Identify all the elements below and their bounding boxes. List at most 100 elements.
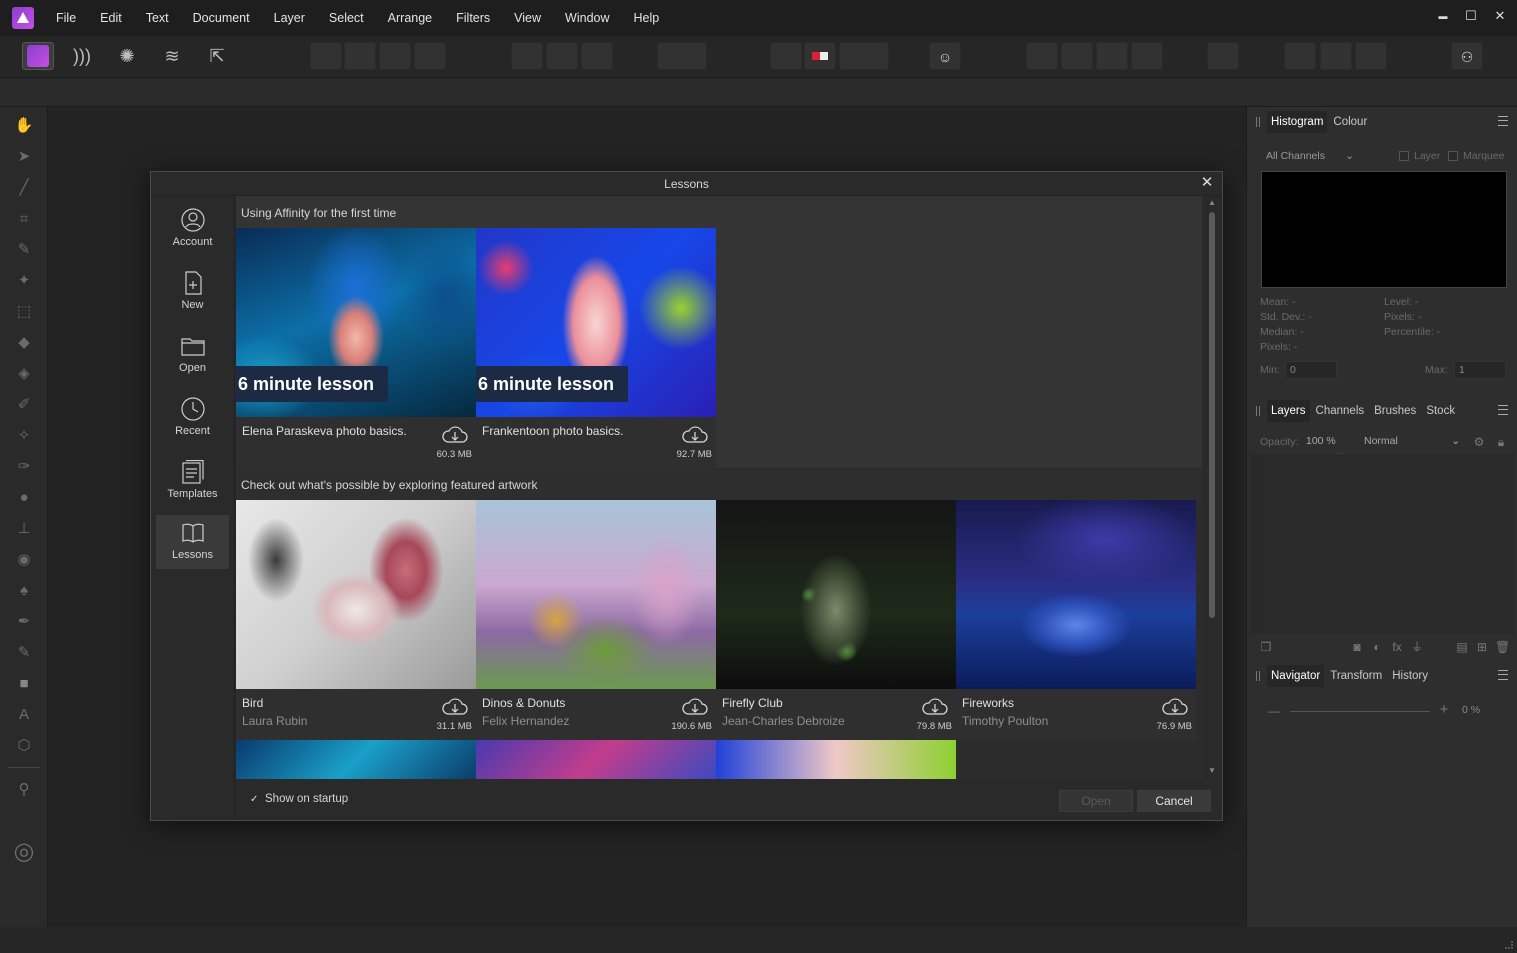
tab-layers[interactable]: Layers — [1267, 400, 1310, 422]
cloud-download-icon[interactable] — [682, 426, 708, 444]
tab-channels[interactable]: Channels — [1312, 400, 1369, 422]
group-layers-icon[interactable]: ▤ — [1455, 640, 1469, 654]
colour-swatch-icon[interactable]: ◎ — [10, 837, 38, 867]
zoom-slider[interactable] — [1290, 711, 1430, 712]
toolbar-button-12[interactable] — [1096, 42, 1128, 70]
lesson-card[interactable]: 6 minute lesson Frankentoon photo basics… — [476, 228, 716, 468]
artwork-card[interactable] — [476, 740, 716, 779]
panel-menu-icon[interactable] — [1498, 116, 1508, 126]
sidebar-item-new[interactable]: New — [156, 265, 229, 319]
healing-tool-icon[interactable]: ⊥ — [13, 518, 35, 540]
blur-tool-icon[interactable]: ● — [13, 487, 35, 509]
selection-brush-icon[interactable]: ✎ — [13, 239, 35, 261]
toolbar-button-17[interactable] — [1355, 42, 1387, 70]
max-input[interactable]: 1 — [1454, 361, 1506, 379]
trash-icon[interactable]: 🗑︎ — [1495, 640, 1510, 654]
panel-menu-icon[interactable] — [1498, 405, 1508, 415]
artwork-card[interactable]: Firefly Club Jean-Charles Debroize 79.8 … — [716, 500, 956, 740]
artwork-card[interactable] — [236, 740, 476, 779]
develop-persona-button[interactable]: ✺ — [111, 42, 143, 70]
add-pixel-layer-icon[interactable]: ⊞ — [1475, 640, 1489, 654]
toolbar-button-13[interactable] — [1131, 42, 1163, 70]
menu-document[interactable]: Document — [181, 0, 262, 36]
sidebar-item-recent[interactable]: Recent — [156, 391, 229, 445]
tab-navigator[interactable]: Navigator — [1267, 665, 1325, 687]
layer-stack-icon[interactable]: ❐ — [1259, 640, 1273, 654]
menu-filters[interactable]: Filters — [444, 0, 502, 36]
channel-select[interactable]: All Channels ⌄ — [1260, 148, 1360, 166]
artwork-card[interactable]: Bird Laura Rubin 31.1 MB — [236, 500, 476, 740]
tab-stock[interactable]: Stock — [1422, 400, 1459, 422]
menu-help[interactable]: Help — [622, 0, 672, 36]
photo-persona-button[interactable] — [22, 42, 54, 70]
toolbar-button-14[interactable] — [1207, 42, 1239, 70]
menu-view[interactable]: View — [502, 0, 553, 36]
cloud-download-icon[interactable] — [682, 698, 708, 716]
red-eye-tool-icon[interactable]: ◉ — [13, 549, 35, 571]
toolbar-button-16[interactable] — [1320, 42, 1352, 70]
export-persona-button[interactable]: ⇱ — [201, 42, 233, 70]
tab-colour[interactable]: Colour — [1329, 111, 1371, 133]
tab-history[interactable]: History — [1388, 665, 1432, 687]
cancel-button[interactable]: Cancel — [1137, 790, 1211, 812]
cloud-download-icon[interactable] — [442, 698, 468, 716]
layer-checkbox[interactable] — [1399, 151, 1409, 161]
tone-mapping-persona-button[interactable]: ≋ — [156, 42, 188, 70]
toolbar-button-15[interactable] — [1284, 42, 1316, 70]
panel-menu-icon[interactable] — [1498, 670, 1508, 680]
toolbar-button-4[interactable] — [414, 42, 446, 70]
sidebar-item-lessons[interactable]: Lessons — [156, 515, 229, 569]
toolbar-button-3[interactable] — [379, 42, 411, 70]
clone-tool-icon[interactable]: ✑ — [13, 456, 35, 478]
assistant-button[interactable]: ☺ — [929, 42, 961, 70]
menu-layer[interactable]: Layer — [262, 0, 317, 36]
marquee-checkbox[interactable] — [1448, 151, 1458, 161]
flood-fill-icon[interactable]: ◆ — [13, 332, 35, 354]
artwork-card[interactable]: Dinos & Donuts Felix Hernandez 190.6 MB — [476, 500, 716, 740]
adjustment-layer-icon[interactable]: ◐ — [1370, 640, 1384, 654]
toolbar-button-7[interactable] — [581, 42, 613, 70]
open-button[interactable]: Open — [1059, 790, 1133, 812]
gradient-tool-icon[interactable]: ◈ — [13, 363, 35, 385]
hand-tool-icon[interactable]: ✋ — [13, 115, 35, 137]
account-button[interactable]: ⚇ — [1451, 42, 1483, 70]
blend-mode-select[interactable]: Normal ⌄ — [1358, 433, 1466, 451]
menu-text[interactable]: Text — [134, 0, 181, 36]
toolbar-button-10[interactable] — [1026, 42, 1058, 70]
toolbar-button-11[interactable] — [1061, 42, 1093, 70]
artwork-card[interactable]: Fireworks Timothy Poulton 76.9 MB — [956, 500, 1196, 740]
menu-select[interactable]: Select — [317, 0, 376, 36]
toolbar-button-2[interactable] — [344, 42, 376, 70]
mesh-warp-icon[interactable]: ⬡ — [13, 735, 35, 757]
resize-grip-icon[interactable] — [1505, 941, 1513, 949]
cloud-download-icon[interactable] — [442, 426, 468, 444]
smudge-tool-icon[interactable]: ♠ — [13, 580, 35, 602]
zoom-in-button[interactable]: + — [1437, 702, 1451, 717]
marquee-tool-icon[interactable]: ⬚ — [13, 301, 35, 323]
menu-file[interactable]: File — [44, 0, 88, 36]
minimize-button[interactable]: ▬ — [1428, 0, 1458, 32]
maximize-button[interactable]: ☐ — [1456, 0, 1486, 32]
paint-brush-icon[interactable]: ✐ — [13, 394, 35, 416]
text-tool-icon[interactable]: A — [13, 704, 35, 726]
marquee-mode-dropdown[interactable] — [657, 42, 707, 70]
flood-select-icon[interactable]: ✦ — [13, 270, 35, 292]
shape-tool-icon[interactable]: ■ — [13, 673, 35, 695]
opacity-select[interactable]: 100 % ⌄ — [1300, 433, 1350, 459]
toolbar-button-1[interactable] — [310, 42, 342, 70]
menu-arrange[interactable]: Arrange — [376, 0, 444, 36]
dodge-tool-icon[interactable]: ✧ — [13, 425, 35, 447]
sidebar-item-account[interactable]: Account — [156, 202, 229, 256]
tab-histogram[interactable]: Histogram — [1267, 111, 1328, 133]
scroll-down-icon[interactable]: ▼ — [1206, 766, 1218, 776]
scroll-thumb[interactable] — [1209, 212, 1215, 618]
sidebar-item-templates[interactable]: Templates — [156, 454, 229, 508]
close-window-button[interactable]: ✕ — [1485, 0, 1515, 32]
dialog-close-button[interactable]: ✕ — [1198, 174, 1216, 192]
toolbar-dropdown[interactable] — [839, 42, 889, 70]
toolbar-button-6[interactable] — [546, 42, 578, 70]
gear-icon[interactable]: ⚙ — [1472, 435, 1486, 449]
menu-edit[interactable]: Edit — [88, 0, 134, 36]
tab-transform[interactable]: Transform — [1326, 665, 1386, 687]
lock-icon[interactable]: 🔒︎ — [1494, 435, 1508, 449]
